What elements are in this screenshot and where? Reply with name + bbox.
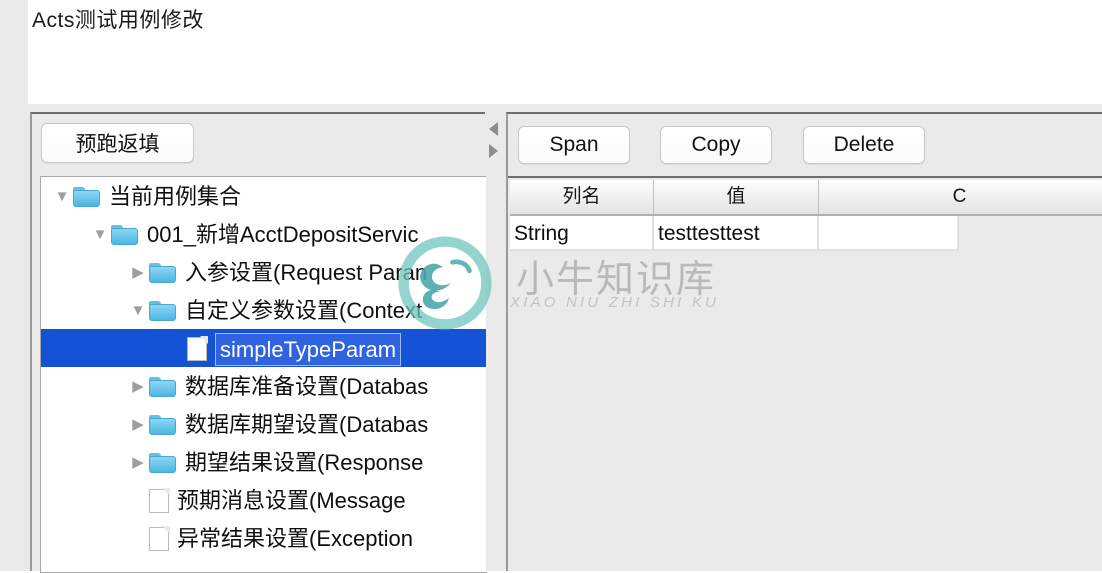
page-title: Acts测试用例修改 (32, 9, 204, 32)
parameter-detail-panel: Span Copy Delete 列名值 C String testtesttest (506, 112, 1102, 571)
folder-icon (73, 186, 101, 207)
span-button[interactable]: Span (518, 126, 630, 164)
tree-item[interactable]: 数据库准备设置(Databas (41, 367, 487, 405)
chevron-right-icon[interactable] (127, 254, 149, 291)
chevron-right-icon[interactable] (127, 406, 149, 443)
table-cell[interactable]: testtesttest (654, 216, 819, 251)
tree-item-label: 期望结果设置(Response (185, 450, 424, 476)
triangle-left-icon[interactable] (489, 122, 498, 136)
delete-button[interactable]: Delete (803, 126, 925, 164)
tree-item[interactable]: 数据库期望设置(Databas (41, 405, 487, 443)
title-band: Acts测试用例修改 (28, 0, 1102, 104)
chevron-down-icon[interactable] (51, 178, 73, 215)
tree-item-label: 当前用例集合 (109, 184, 242, 210)
copy-button[interactable]: Copy (660, 126, 772, 164)
prerun-backfill-button[interactable]: 预跑返填 (41, 123, 194, 163)
chevron-down-icon[interactable] (89, 216, 111, 253)
tree-item[interactable]: simpleTypeParam (41, 329, 487, 367)
case-tree[interactable]: 当前用例集合 001_新增AcctDepositServic 入参设置(Reques… (40, 176, 487, 573)
tree-item[interactable]: 当前用例集合 (41, 177, 487, 215)
table-toolbar: Span Copy Delete (508, 114, 1102, 178)
tree-item-label: 数据库期望设置(Databas (185, 412, 429, 438)
parameter-table: 列名值 C String testtesttest (510, 180, 1102, 571)
panel-splitter[interactable] (486, 112, 506, 571)
tree-item-name-editor[interactable]: simpleTypeParam (215, 332, 402, 366)
application-window: Acts测试用例修改 预跑返填 当前用例集合 001_新增AcctDepositS… (0, 0, 1102, 573)
file-icon (187, 336, 208, 361)
tree-item[interactable]: 入参设置(Request Paran (41, 253, 487, 291)
tree-item-label: 自定义参数设置(Context (185, 298, 423, 324)
table-cell[interactable] (819, 216, 959, 251)
tree-item-label: 异常结果设置(Exception (177, 526, 413, 552)
tree-item[interactable]: 期望结果设置(Response (41, 443, 487, 481)
table-column-header[interactable]: 列名 (510, 180, 654, 214)
tree-item[interactable]: 预期消息设置(Message (41, 481, 487, 519)
chevron-right-icon[interactable] (127, 444, 149, 481)
tree-item-label: 数据库准备设置(Databas (185, 374, 429, 400)
table-body: String testtesttest (510, 216, 1102, 251)
file-icon (149, 488, 170, 513)
table-column-header[interactable]: C (819, 180, 1100, 214)
folder-icon (111, 224, 139, 245)
folder-icon (149, 414, 177, 435)
folder-icon (149, 376, 177, 397)
table-header-row: 列名值 C (510, 180, 1102, 216)
tree-item-label: 预期消息设置(Message (177, 488, 406, 514)
triangle-right-icon[interactable] (489, 144, 498, 158)
tree-item[interactable]: 001_新增AcctDepositServic (41, 215, 487, 253)
file-icon (149, 526, 170, 551)
tree-item-label: 001_新增AcctDepositServic (147, 222, 419, 248)
case-tree-panel: 预跑返填 当前用例集合 001_新增AcctDepositServic 入参设置(R… (30, 112, 487, 573)
tree-item-label: 入参设置(Request Paran (185, 260, 428, 286)
left-panel-toolbar: 预跑返填 (32, 114, 485, 173)
folder-icon (149, 262, 177, 283)
table-cell[interactable]: String (510, 216, 654, 251)
chevron-down-icon[interactable] (127, 292, 149, 329)
folder-icon (149, 452, 177, 473)
table-row[interactable]: String testtesttest (510, 216, 1102, 251)
chevron-right-icon[interactable] (127, 368, 149, 405)
folder-icon (149, 300, 177, 321)
table-column-header[interactable]: 值 (654, 180, 819, 214)
tree-item[interactable]: 异常结果设置(Exception (41, 519, 487, 557)
tree-item[interactable]: 自定义参数设置(Context (41, 291, 487, 329)
